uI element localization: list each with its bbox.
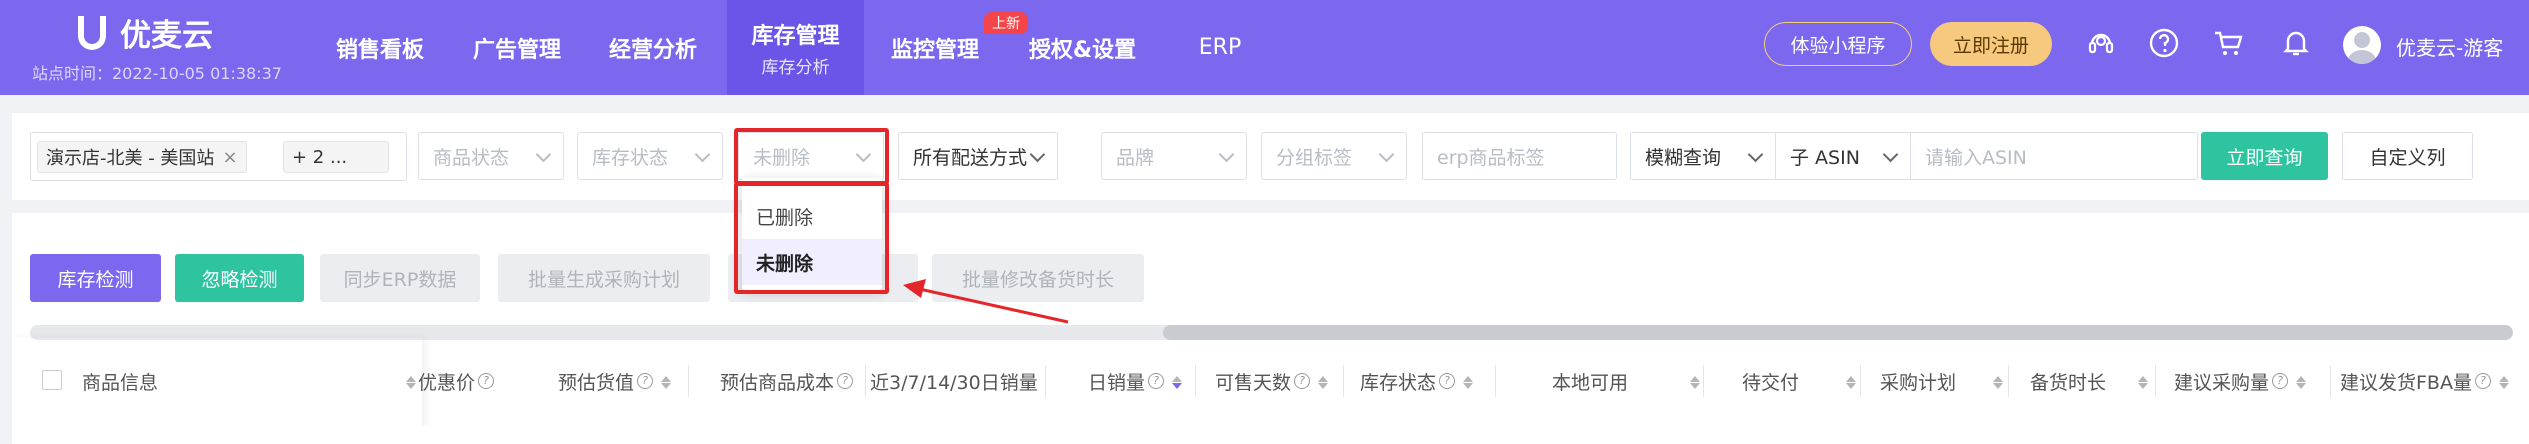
help-icon[interactable]: ? — [2272, 373, 2289, 389]
col-stock-duration[interactable]: 备货时长 — [2030, 365, 2106, 397]
nav-ads-management[interactable]: 广告管理 — [462, 0, 572, 95]
sync-erp-button[interactable]: 同步ERP数据 — [320, 254, 480, 302]
help-icon[interactable]: ? — [478, 373, 495, 389]
bell-icon[interactable] — [2280, 27, 2312, 59]
nav-inventory-management[interactable]: 库存管理 库存分析 — [727, 0, 864, 95]
asin-search-input[interactable]: 请输入ASIN — [1910, 132, 2198, 180]
asin-type-select[interactable]: 子 ASIN — [1775, 132, 1911, 180]
help-icon[interactable]: ? — [1439, 373, 1456, 389]
col-product-info-sort[interactable] — [398, 365, 416, 397]
mini-program-button[interactable]: 体验小程序 — [1764, 22, 1912, 66]
delivery-method-select[interactable]: 所有配送方式 — [898, 132, 1058, 180]
column-separator[interactable] — [1860, 365, 1861, 397]
column-separator[interactable] — [688, 365, 689, 397]
brand-select[interactable]: 品牌 — [1101, 132, 1247, 180]
search-mode-select[interactable]: 模糊查询 — [1630, 132, 1776, 180]
top-navigation-bar: 优麦云 站点时间：2022-10-05 01:38:37 销售看板 广告管理 经… — [0, 0, 2529, 95]
more-stores-tag[interactable]: + 2 ... — [283, 141, 389, 173]
col-suggested-fba[interactable]: 建议发货FBA量? — [2340, 365, 2509, 397]
chevron-down-icon — [1747, 146, 1764, 163]
batch-stock-duration-button[interactable]: 批量修改备货时长 — [932, 254, 1144, 302]
logo-text: 优麦云 — [120, 18, 213, 54]
register-button[interactable]: 立即注册 — [1930, 22, 2052, 66]
col-product-info[interactable]: 商品信息 — [82, 365, 158, 397]
logo-icon — [78, 15, 106, 50]
nav-sales-dashboard[interactable]: 销售看板 — [325, 0, 435, 95]
col-pending-delivery[interactable]: 待交付 — [1742, 365, 1799, 397]
col-local-available[interactable]: 本地可用 — [1552, 365, 1628, 397]
chevron-down-icon — [694, 146, 711, 163]
custom-columns-button[interactable]: 自定义列 — [2342, 132, 2473, 180]
nav-business-analysis[interactable]: 经营分析 — [598, 0, 708, 95]
table-row-strip — [12, 425, 1062, 444]
inventory-check-button[interactable]: 库存检测 — [30, 254, 161, 302]
column-separator[interactable] — [1495, 365, 1496, 397]
headset-icon[interactable] — [2085, 27, 2117, 59]
col-recent-sales[interactable]: 近3/7/14/30日销量 — [870, 365, 1038, 397]
chevron-down-icon — [1029, 146, 1046, 163]
column-separator[interactable] — [2155, 365, 2156, 397]
column-separator[interactable] — [865, 365, 866, 397]
column-separator[interactable] — [1703, 365, 1704, 397]
product-status-select[interactable]: 商品状态 — [418, 132, 564, 180]
chevron-down-icon — [1378, 146, 1395, 163]
col-discount-price[interactable]: 优惠价? — [418, 365, 495, 397]
column-separator[interactable] — [1195, 365, 1196, 397]
column-separator[interactable] — [2008, 365, 2009, 397]
help-icon[interactable]: ? — [637, 373, 654, 389]
column-separator[interactable] — [1045, 365, 1046, 397]
stock-status-select[interactable]: 库存状态 — [577, 132, 723, 180]
help-icon[interactable] — [2148, 27, 2180, 59]
col-stock-duration-sort[interactable] — [2130, 365, 2148, 397]
avatar[interactable] — [2343, 26, 2381, 64]
help-icon[interactable]: ? — [1148, 373, 1165, 389]
username[interactable]: 优麦云-游客 — [2396, 32, 2503, 61]
col-suggested-purchase[interactable]: 建议采购量? — [2174, 365, 2307, 397]
help-icon[interactable]: ? — [837, 373, 854, 389]
group-tag-select[interactable]: 分组标签 — [1261, 132, 1407, 180]
logo[interactable]: 优麦云 — [78, 10, 213, 55]
remove-tag-icon[interactable]: × — [222, 147, 237, 168]
select-all-checkbox[interactable] — [42, 370, 62, 390]
nav-erp[interactable]: ERP — [1190, 0, 1250, 95]
store-select[interactable]: 演示店-北美 - 美国站 × + 2 ... — [30, 132, 407, 181]
col-purchase-plan-sort[interactable] — [1985, 365, 2003, 397]
col-estimated-cost[interactable]: 预估商品成本? — [720, 365, 854, 397]
col-daily-sales[interactable]: 日销量? — [1088, 365, 1183, 397]
nav-auth-settings[interactable]: 授权&设置 — [1020, 0, 1145, 95]
site-time: 站点时间：2022-10-05 01:38:37 — [32, 64, 282, 83]
store-tag[interactable]: 演示店-北美 - 美国站 × — [37, 141, 247, 173]
col-sellable-days[interactable]: 可售天数? — [1215, 365, 1329, 397]
query-button[interactable]: 立即查询 — [2201, 132, 2328, 180]
horizontal-scrollbar-thumb[interactable] — [1163, 325, 2513, 340]
column-separator[interactable] — [1343, 365, 1344, 397]
help-icon[interactable]: ? — [1294, 373, 1311, 389]
nav-monitor-management[interactable]: 监控管理 — [880, 0, 990, 95]
chevron-down-icon — [1882, 146, 1899, 163]
col-purchase-plan[interactable]: 采购计划 — [1880, 365, 1956, 397]
highlight-box-select — [734, 128, 889, 185]
nav-inventory-sub: 库存分析 — [761, 57, 830, 78]
help-icon[interactable]: ? — [2474, 373, 2491, 389]
col-stock-status[interactable]: 库存状态? — [1360, 365, 1474, 397]
cart-icon[interactable] — [2212, 27, 2244, 59]
col-estimated-value[interactable]: 预估货值? — [558, 365, 672, 397]
chevron-down-icon — [1218, 146, 1235, 163]
column-separator[interactable] — [2330, 365, 2331, 397]
col-local-available-sort[interactable] — [1682, 365, 1700, 397]
col-pending-delivery-sort[interactable] — [1838, 365, 1856, 397]
highlight-box-dropdown — [734, 182, 889, 294]
batch-purchase-plan-button[interactable]: 批量生成采购计划 — [498, 254, 710, 302]
chevron-down-icon — [535, 146, 552, 163]
erp-tag-input[interactable]: erp商品标签 — [1422, 132, 1617, 180]
ignore-check-button[interactable]: 忽略检测 — [175, 254, 304, 302]
